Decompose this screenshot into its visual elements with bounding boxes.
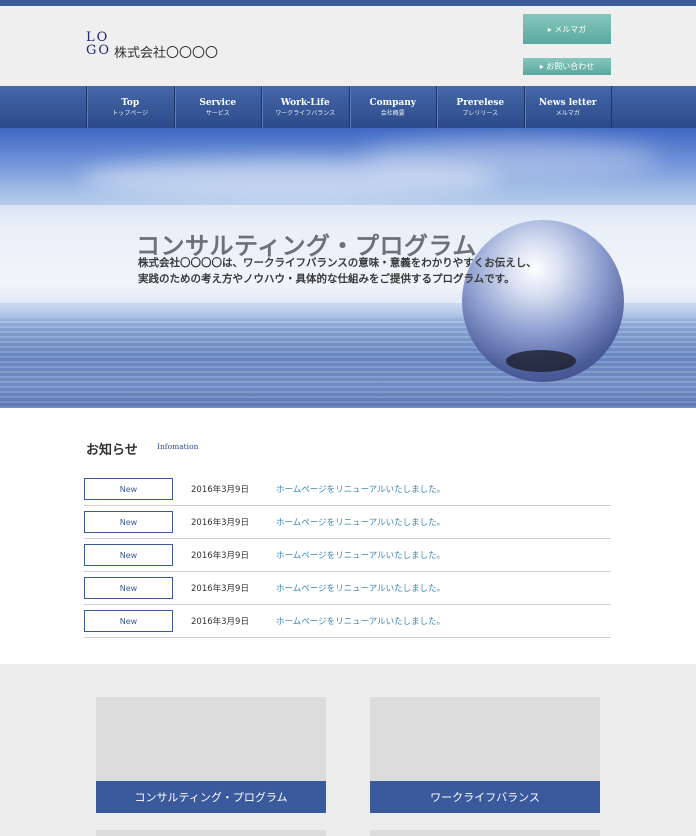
news-link[interactable]: ホームページをリニューアルいたしました。	[276, 516, 445, 528]
hero-banner: コンサルティング・プログラム 株式会社〇〇〇〇は、ワークライフバランスの意味・意…	[0, 128, 696, 408]
card-label: コンサルティング・プログラム	[96, 781, 326, 813]
news-row: New 2016年3月9日 ホームページをリニューアルいたしました。	[84, 539, 611, 572]
nav-label-en: Company	[369, 97, 417, 108]
mailmag-button[interactable]: ▸ メルマガ	[523, 14, 611, 44]
nav-item-work-life[interactable]: Work-Life ワークライフバランス	[262, 86, 350, 128]
news-link[interactable]: ホームページをリニューアルいたしました。	[276, 582, 445, 594]
next-card-peek	[96, 830, 326, 836]
new-badge: New	[84, 511, 173, 533]
news-row: New 2016年3月9日 ホームページをリニューアルいたしました。	[84, 605, 611, 638]
news-link[interactable]: ホームページをリニューアルいたしました。	[276, 615, 445, 627]
nav-label-en: Top	[121, 97, 140, 108]
nav-label-en: News letter	[538, 97, 597, 108]
hero-subtitle-line: 株式会社〇〇〇〇は、ワークライフバランスの意味・意義をわかりやすくお伝えし、	[138, 257, 537, 269]
next-card-peek	[370, 830, 600, 836]
new-badge: New	[84, 478, 173, 500]
news-date: 2016年3月9日	[191, 551, 249, 561]
nav-label-jp: プレリリース	[462, 109, 499, 117]
nav-label-en: Work-Life	[280, 97, 330, 108]
global-nav: Top トップページ Service サービス Work-Life ワークライフ…	[0, 86, 696, 128]
news-subtitle: Infomation	[157, 442, 199, 451]
nav-label-jp: サービス	[205, 109, 230, 117]
logo[interactable]: LO GO	[86, 31, 110, 61]
card-label: ワークライフバランス	[370, 781, 600, 813]
program-card[interactable]: ワークライフバランス	[370, 697, 600, 813]
news-date: 2016年3月9日	[191, 617, 249, 627]
news-date: 2016年3月9日	[191, 485, 249, 495]
news-link[interactable]: ホームページをリニューアルいたしました。	[276, 483, 445, 495]
hero-subtitle-line: 実践のための考え方やノウハウ・具体的な仕組みをご提供するプログラムです。	[138, 273, 515, 285]
nav-label-en: Service	[199, 97, 237, 108]
company-name: 株式会社〇〇〇〇	[114, 46, 219, 61]
card-image-placeholder	[370, 697, 600, 781]
news-section: お知らせ Infomation New 2016年3月9日 ホームページをリニュ…	[0, 408, 696, 664]
new-badge: New	[84, 544, 173, 566]
news-date: 2016年3月9日	[191, 584, 249, 594]
new-badge: New	[84, 577, 173, 599]
news-date: 2016年3月9日	[191, 518, 249, 528]
news-title: お知らせ	[86, 443, 138, 458]
nav-label-jp: 会社概要	[380, 109, 405, 117]
new-badge: New	[84, 610, 173, 632]
hero-cloud	[360, 138, 660, 178]
contact-button[interactable]: ▸ お問い合わせ	[523, 58, 611, 75]
nav-item-prerelease[interactable]: Prerelese プレリリース	[437, 86, 525, 128]
nav-item-top[interactable]: Top トップページ	[87, 86, 175, 128]
nav-label-jp: メルマガ	[555, 109, 580, 117]
hero-sphere-base	[506, 350, 576, 372]
logo-line-2: GO	[86, 43, 112, 58]
news-row: New 2016年3月9日 ホームページをリニューアルいたしました。	[84, 506, 611, 539]
nav-item-service[interactable]: Service サービス	[175, 86, 262, 128]
news-list: New 2016年3月9日 ホームページをリニューアルいたしました。 New 2…	[84, 473, 611, 638]
news-row: New 2016年3月9日 ホームページをリニューアルいたしました。	[84, 572, 611, 605]
nav-label-en: Prerelese	[456, 97, 505, 108]
nav-label-jp: ワークライフバランス	[275, 109, 336, 117]
hero-subtitle: 株式会社〇〇〇〇は、ワークライフバランスの意味・意義をわかりやすくお伝えし、 実…	[138, 255, 578, 287]
nav-label-jp: トップページ	[112, 109, 149, 117]
nav-item-company[interactable]: Company 会社概要	[350, 86, 437, 128]
card-image-placeholder	[96, 697, 326, 781]
site-header: LO GO 株式会社〇〇〇〇 ▸ メルマガ ▸ お問い合わせ	[0, 0, 696, 86]
program-cards-section: コンサルティング・プログラム ワークライフバランス	[0, 664, 696, 836]
program-card[interactable]: コンサルティング・プログラム	[96, 697, 326, 813]
news-link[interactable]: ホームページをリニューアルいたしました。	[276, 549, 445, 561]
nav-item-newsletter[interactable]: News letter メルマガ	[525, 86, 612, 128]
news-row: New 2016年3月9日 ホームページをリニューアルいたしました。	[84, 473, 611, 506]
